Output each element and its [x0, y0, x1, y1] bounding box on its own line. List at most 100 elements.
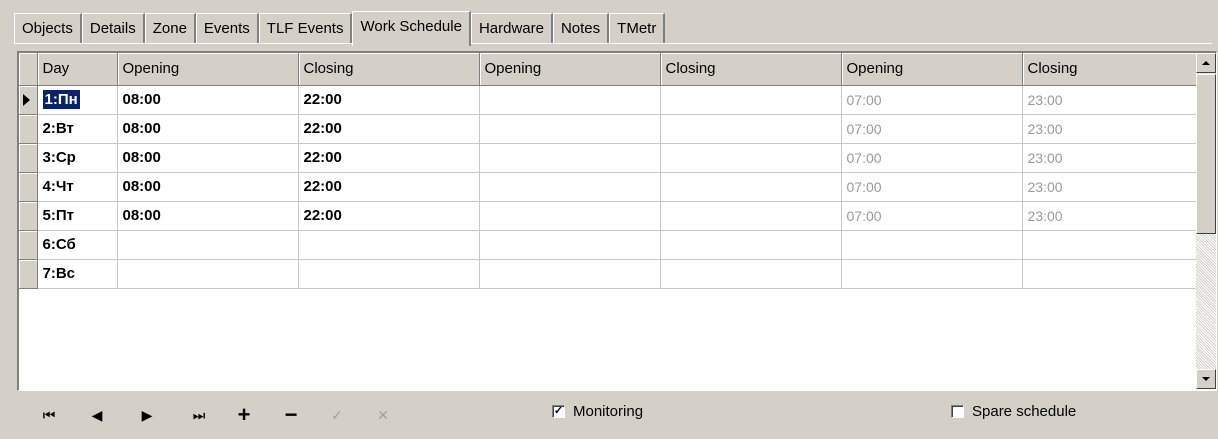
opening-cell[interactable]: 08:00: [117, 85, 299, 115]
opening-cell[interactable]: 08:00: [117, 114, 299, 144]
row-indicator[interactable]: [19, 259, 38, 289]
closing-cell[interactable]: [1022, 259, 1200, 289]
opening-cell[interactable]: 07:00: [841, 172, 1023, 202]
row-indicator[interactable]: [19, 230, 38, 260]
scroll-down-button[interactable]: [1196, 369, 1216, 389]
post-edit-button[interactable]: ✓: [325, 403, 349, 427]
closing-cell[interactable]: [660, 230, 842, 260]
tab-work-schedule[interactable]: Work Schedule: [352, 11, 471, 46]
closing-cell[interactable]: 23:00: [1022, 201, 1200, 231]
prior-icon: ◀: [91, 406, 103, 423]
table-row[interactable]: 3:Ср 08:00 22:00 07:00 23:00: [19, 143, 1200, 173]
column-header-closing-1[interactable]: Closing: [298, 53, 480, 86]
delete-record-button[interactable]: −: [279, 402, 303, 427]
opening-cell[interactable]: [479, 114, 661, 144]
closing-cell[interactable]: 22:00: [298, 114, 480, 144]
day-cell[interactable]: 2:Вт: [37, 114, 118, 144]
prior-record-button[interactable]: ◀: [85, 403, 109, 427]
closing-cell[interactable]: [660, 259, 842, 289]
cancel-edit-button[interactable]: ✕: [371, 403, 395, 427]
closing-cell[interactable]: 22:00: [298, 201, 480, 231]
closing-cell[interactable]: 23:00: [1022, 143, 1200, 173]
closing-cell[interactable]: 22:00: [298, 85, 480, 115]
closing-cell[interactable]: [660, 85, 842, 115]
closing-cell[interactable]: [660, 201, 842, 231]
tab-events[interactable]: Events: [195, 13, 259, 44]
closing-cell[interactable]: 23:00: [1022, 172, 1200, 202]
closing-cell[interactable]: [660, 114, 842, 144]
closing-cell[interactable]: [660, 143, 842, 173]
tab-hardware[interactable]: Hardware: [470, 13, 553, 44]
opening-cell[interactable]: 07:00: [841, 143, 1023, 173]
closing-cell[interactable]: [298, 230, 480, 260]
opening-cell[interactable]: 08:00: [117, 143, 299, 173]
tab-notes[interactable]: Notes: [552, 13, 610, 44]
day-cell[interactable]: 7:Вс: [37, 259, 118, 289]
first-record-button[interactable]: ⏮: [37, 403, 61, 427]
opening-cell[interactable]: [479, 259, 661, 289]
table-row[interactable]: 6:Сб: [19, 230, 1200, 260]
row-indicator[interactable]: [19, 172, 38, 202]
closing-cell[interactable]: 23:00: [1022, 114, 1200, 144]
opening-cell[interactable]: [479, 85, 661, 115]
day-cell[interactable]: 4:Чт: [37, 172, 118, 202]
column-header-closing-3[interactable]: Closing: [1022, 53, 1200, 86]
tab-tmetr[interactable]: TMetr: [609, 13, 666, 44]
table-row[interactable]: 7:Вс: [19, 259, 1200, 289]
header-indicator: [19, 53, 38, 86]
table-row[interactable]: 5:Пт 08:00 22:00 07:00 23:00: [19, 201, 1200, 231]
opening-cell[interactable]: 08:00: [117, 201, 299, 231]
opening-cell[interactable]: [841, 259, 1023, 289]
table-row[interactable]: 2:Вт 08:00 22:00 07:00 23:00: [19, 114, 1200, 144]
column-header-opening-3[interactable]: Opening: [841, 53, 1023, 86]
day-cell[interactable]: 3:Ср: [37, 143, 118, 173]
spare-schedule-checkbox[interactable]: Spare schedule: [951, 403, 1076, 420]
table-row[interactable]: 1:Пн 08:00 22:00 07:00 23:00: [19, 85, 1200, 115]
opening-cell[interactable]: 08:00: [117, 172, 299, 202]
opening-cell[interactable]: [117, 259, 299, 289]
insert-record-button[interactable]: +: [232, 402, 256, 427]
closing-cell[interactable]: [1022, 230, 1200, 260]
row-indicator[interactable]: [19, 201, 38, 231]
next-record-button[interactable]: ▶: [135, 403, 159, 427]
vertical-scrollbar[interactable]: [1196, 53, 1216, 389]
opening-cell[interactable]: 07:00: [841, 114, 1023, 144]
column-header-closing-2[interactable]: Closing: [660, 53, 842, 86]
opening-cell[interactable]: 07:00: [841, 85, 1023, 115]
column-header-opening-2[interactable]: Opening: [479, 53, 661, 86]
opening-cell[interactable]: [479, 230, 661, 260]
tab-zone[interactable]: Zone: [144, 13, 196, 44]
tab-tlf-events[interactable]: TLF Events: [258, 13, 353, 44]
column-header-day[interactable]: Day: [37, 53, 118, 86]
day-cell[interactable]: 6:Сб: [37, 230, 118, 260]
spare-schedule-checkbox-box[interactable]: [951, 405, 964, 418]
last-record-button[interactable]: ⏭: [187, 403, 211, 427]
tab-objects[interactable]: Objects: [14, 13, 82, 44]
opening-cell[interactable]: 07:00: [841, 201, 1023, 231]
day-label: 1:Пн: [42, 90, 80, 109]
day-cell[interactable]: 5:Пт: [37, 201, 118, 231]
tab-details[interactable]: Details: [81, 13, 145, 44]
row-indicator[interactable]: [19, 114, 38, 144]
opening-cell[interactable]: [479, 201, 661, 231]
row-indicator[interactable]: [19, 85, 38, 115]
row-indicator[interactable]: [19, 143, 38, 173]
closing-cell[interactable]: 22:00: [298, 172, 480, 202]
opening-cell[interactable]: [117, 230, 299, 260]
monitoring-checkbox-box[interactable]: ✓: [552, 405, 565, 418]
schedule-grid[interactable]: Day Opening Closing Opening Closing Open…: [17, 51, 1217, 391]
next-icon: ▶: [141, 406, 153, 423]
closing-cell[interactable]: [298, 259, 480, 289]
opening-cell[interactable]: [479, 172, 661, 202]
day-cell[interactable]: 1:Пн: [37, 85, 118, 115]
closing-cell[interactable]: 22:00: [298, 143, 480, 173]
scrollbar-thumb[interactable]: [1196, 74, 1216, 234]
table-row[interactable]: 4:Чт 08:00 22:00 07:00 23:00: [19, 172, 1200, 202]
closing-cell[interactable]: [660, 172, 842, 202]
scroll-up-button[interactable]: [1196, 53, 1216, 73]
opening-cell[interactable]: [479, 143, 661, 173]
opening-cell[interactable]: [841, 230, 1023, 260]
column-header-opening-1[interactable]: Opening: [117, 53, 299, 86]
closing-cell[interactable]: 23:00: [1022, 85, 1200, 115]
monitoring-checkbox[interactable]: ✓ Monitoring: [552, 403, 643, 420]
